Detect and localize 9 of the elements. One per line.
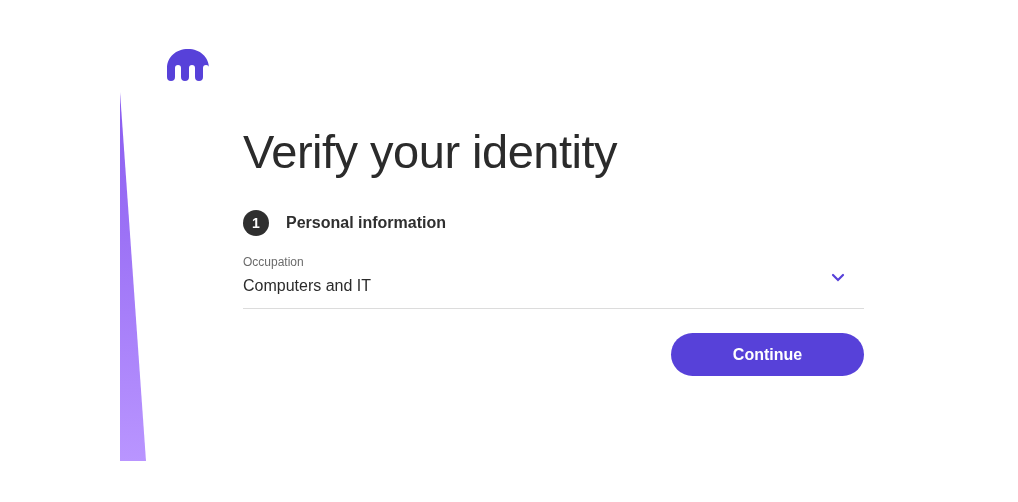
field-label: Occupation (243, 254, 305, 271)
logo-icon (166, 48, 210, 82)
continue-button[interactable]: Continue (671, 333, 864, 376)
page-title: Verify your identity (243, 124, 619, 180)
field-value: Computers and IT (243, 276, 372, 296)
step-label: Personal information (286, 213, 447, 233)
chevron-down-icon (831, 273, 845, 282)
step-number: 1 (243, 210, 269, 236)
occupation-select[interactable]: Occupation Computers and IT (243, 253, 864, 309)
